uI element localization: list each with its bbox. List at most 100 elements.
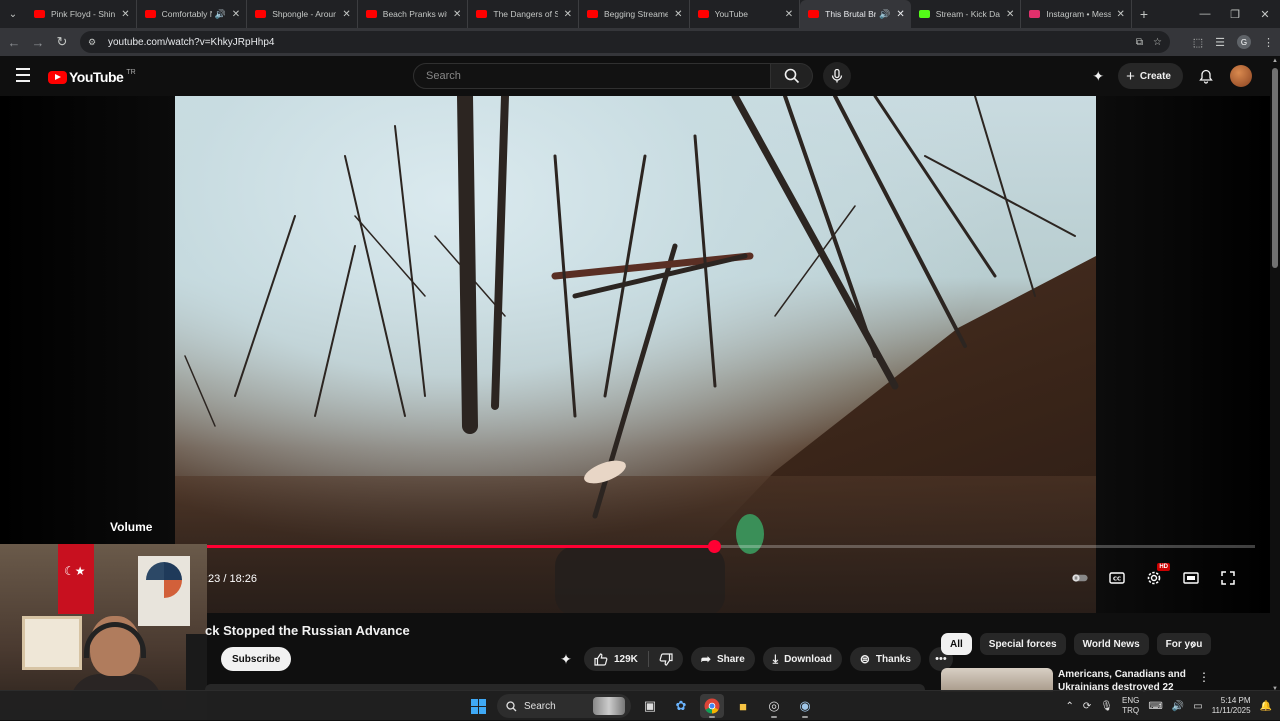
super-thanks-icon: ⊜ [859,652,870,666]
dislike-button[interactable] [649,652,683,666]
address-bar[interactable]: ⚙ youtube.com/watch?v=KhkyJRpHhp4 ⧉ ☆ [80,31,1170,53]
scrollbar-thumb[interactable] [1272,68,1278,268]
steam-icon[interactable]: ◉ [793,694,817,718]
subscribe-button[interactable]: Subscribe [221,647,292,671]
like-button[interactable]: 129K [584,652,648,666]
recommended-video-menu-icon[interactable]: ⋮ [1198,670,1210,684]
browser-tab[interactable]: Pink Floyd - Shine ✕ [26,0,137,28]
tray-mic-icon[interactable]: 🎙 [1100,701,1113,712]
captions-icon: CC [1109,572,1125,584]
profile-avatar[interactable]: G [1237,35,1251,49]
obs-icon[interactable]: ◎ [762,694,786,718]
windows-start-icon[interactable] [466,694,490,718]
captions-button[interactable]: CC [1109,570,1125,586]
browser-tab[interactable]: This Brutal Br 🔊 ✕ [800,0,911,28]
restore-icon[interactable]: ❐ [1220,0,1250,28]
video-actions: ✦ 129K ➦ Share ⤓ Download ⊜ Thanks ••• [556,647,953,671]
search-icon [784,68,799,84]
chrome-taskbar-icon[interactable] [700,694,724,718]
tab-close-icon[interactable]: ✕ [232,9,240,20]
recommended-video-title[interactable]: Americans, Canadians and Ukrainians dest… [1058,668,1188,692]
tray-overflow-chevron-icon[interactable]: ⌃ [1066,701,1074,712]
search-input[interactable]: Search [413,63,771,89]
recommended-video-thumbnail[interactable] [941,668,1053,692]
fullscreen-button[interactable] [1220,570,1236,586]
tab-audio-icon[interactable]: 🔊 [879,9,890,20]
download-button[interactable]: ⤓ Download [762,647,842,671]
account-avatar[interactable] [1230,65,1252,87]
video-trees [184,96,1076,613]
tab-close-icon[interactable]: ✕ [1006,9,1014,20]
chips-next-chevron-icon[interactable]: › [1182,633,1204,655]
browser-tab[interactable]: Stream - Kick Das ✕ [911,0,1022,28]
browser-tab[interactable]: Comfortably N 🔊 ✕ [137,0,248,28]
tab-close-icon[interactable]: ✕ [785,9,793,20]
tab-close-icon[interactable]: ✕ [674,9,682,20]
site-info-icon[interactable]: ⚙ [88,37,100,48]
scroll-up-icon[interactable]: ▲ [1270,58,1280,64]
autoplay-toggle[interactable] [1072,570,1088,586]
plus-icon: + [1126,67,1135,85]
hamburger-menu-icon[interactable] [16,68,30,82]
system-tray: ⌃ ⟳ 🎙 ENG TRQ ⌨ 🔊 ▭ 5:14 PM 11/11/2025 🔔 [1066,691,1272,721]
bookmark-star-icon[interactable]: ☆ [1153,37,1162,48]
tab-favicon-icon [918,10,930,18]
progress-bar[interactable] [205,540,1255,553]
browser-tab[interactable]: Shpongle - Around ✕ [247,0,358,28]
tab-close-icon[interactable]: ✕ [564,9,572,20]
create-button[interactable]: + Create [1118,63,1183,89]
filter-chip[interactable]: All [941,633,972,655]
new-tab-button[interactable]: + [1132,6,1156,22]
install-app-icon[interactable]: ⧉ [1136,37,1143,48]
share-button[interactable]: ➦ Share [690,647,755,671]
filter-chip[interactable]: Special forces [979,633,1066,655]
browser-tab[interactable]: Beach Pranks with ✕ [358,0,469,28]
input-language[interactable]: ENG TRQ [1122,696,1139,716]
forward-arrow-icon[interactable]: → [26,35,50,50]
task-view-icon[interactable]: ▣ [638,694,662,718]
tab-audio-icon[interactable]: 🔊 [215,9,226,20]
tab-close-icon[interactable]: ✕ [896,9,904,20]
reload-icon[interactable]: ↻ [50,34,74,50]
tab-close-icon[interactable]: ✕ [1117,9,1125,20]
filter-chip[interactable]: World News [1073,633,1149,655]
tab-close-icon[interactable]: ✕ [453,9,461,20]
browser-tab[interactable]: Begging Streamer ✕ [579,0,690,28]
copilot-icon[interactable]: ✿ [669,694,693,718]
minimize-icon[interactable]: — [1190,0,1220,28]
video-player[interactable]: Volume :23 / 18:26 CC HD [0,96,1270,613]
tab-close-icon[interactable]: ✕ [342,9,350,20]
settings-button[interactable]: HD [1146,563,1170,586]
extensions-icon[interactable]: ⬚ [1193,36,1203,49]
voice-search-button[interactable] [823,62,851,90]
tab-search-chevron-icon[interactable]: ⌄ [0,0,26,28]
country-code: TR [126,68,136,76]
tab-close-icon[interactable]: ✕ [121,9,129,20]
browser-menu-icon[interactable]: ⋮ [1263,36,1274,49]
back-arrow-icon[interactable]: ← [2,35,26,50]
sparkle-icon[interactable]: ✦ [1092,68,1104,85]
notifications-bell-icon[interactable] [1199,69,1213,84]
reading-list-icon[interactable]: ☰ [1215,36,1225,49]
system-clock[interactable]: 5:14 PM 11/11/2025 [1212,696,1251,716]
network-icon[interactable]: ⌨ [1148,701,1162,712]
tray-sync-icon[interactable]: ⟳ [1083,701,1091,712]
video-frame[interactable] [175,96,1096,613]
close-window-icon[interactable]: ✕ [1250,0,1280,28]
taskbar-search[interactable]: Search [497,694,631,718]
browser-tab[interactable]: YouTube ✕ [690,0,801,28]
browser-tab[interactable]: The Dangers of S ✕ [468,0,579,28]
browser-toolbar: ← → ↻ ⚙ youtube.com/watch?v=KhkyJRpHhp4 … [0,28,1280,56]
battery-icon[interactable]: ▭ [1193,701,1202,712]
page-scrollbar[interactable]: ▲ ▼ [1270,56,1280,692]
miniplayer-button[interactable] [1183,570,1199,586]
volume-icon[interactable]: 🔊 [1172,701,1184,712]
search-button[interactable] [771,63,813,89]
chrome-icon [704,698,720,714]
notification-bell-icon[interactable]: 🔔 [1260,701,1272,712]
browser-tab[interactable]: Instagram • Mess ✕ [1021,0,1132,28]
file-explorer-icon[interactable]: ■ [731,694,755,718]
youtube-logo[interactable]: YouTube TR [48,69,136,85]
thanks-button[interactable]: ⊜ Thanks [849,647,921,671]
ask-ai-icon[interactable]: ✦ [556,649,576,669]
